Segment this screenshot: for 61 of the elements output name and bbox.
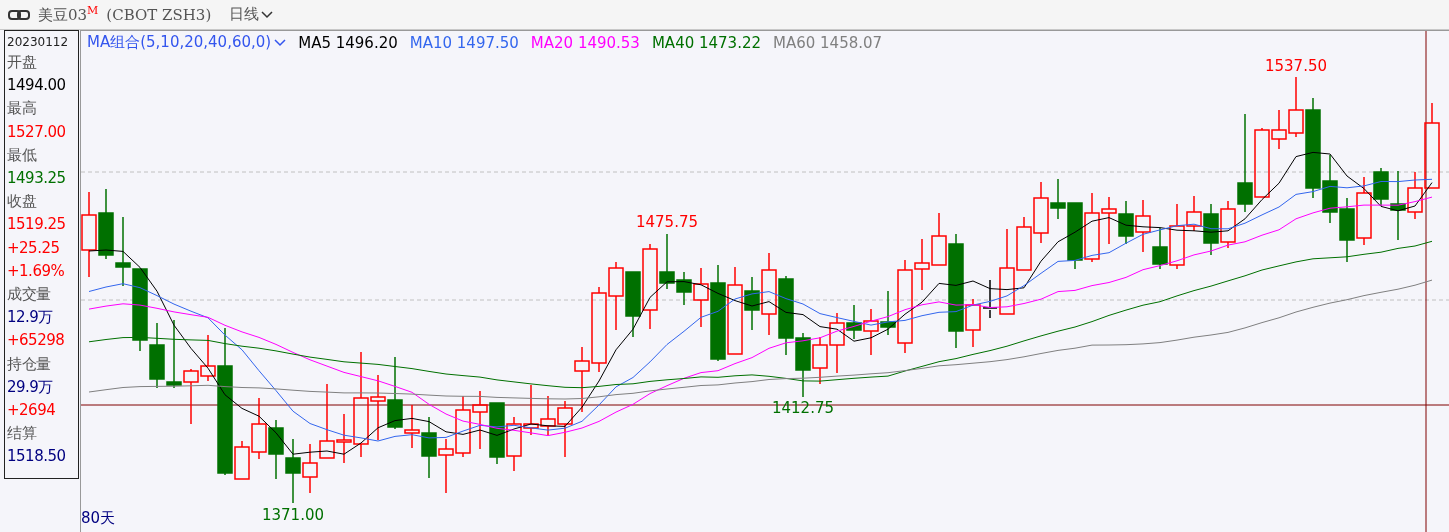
field-value: 29.9万	[7, 376, 54, 398]
field-value: +2694	[7, 400, 57, 422]
chevron-down-icon	[274, 38, 287, 47]
legend-entry: MA60 1458.07	[773, 33, 883, 52]
chevron-down-icon	[261, 10, 274, 19]
candlestick	[608, 261, 624, 331]
field-label: 持仓量	[7, 353, 52, 375]
link-icon[interactable]	[8, 9, 30, 20]
field-value: 1518.50	[7, 446, 67, 468]
candlestick	[1118, 200, 1134, 245]
range-label: 80天	[81, 509, 116, 528]
candlestick	[285, 438, 301, 504]
candlestick	[438, 438, 454, 494]
legend-entry: MA5 1496.20	[298, 33, 398, 52]
candlestick	[506, 416, 522, 472]
candlestick	[421, 416, 437, 479]
field-value: +1.69%	[7, 260, 66, 282]
candlestick	[183, 368, 199, 425]
period-dropdown[interactable]: 日线	[219, 5, 274, 24]
legend-entry: MA10 1497.50	[409, 33, 519, 52]
ma-combo-dropdown[interactable]: MA组合(5,10,20,40,60,0)	[87, 33, 287, 52]
candlestick	[523, 384, 539, 436]
candlestick	[625, 271, 641, 338]
field-value: +65298	[7, 330, 66, 352]
candlestick	[455, 395, 471, 458]
field-value: 1519.25	[7, 214, 67, 236]
candlestick	[540, 395, 556, 436]
field-value: +25.25	[7, 237, 61, 259]
candlestick	[795, 332, 811, 398]
candlestick	[268, 419, 284, 480]
legend-entry: MA20 1490.53	[530, 33, 640, 52]
candlestick	[472, 390, 488, 450]
field-value: 1493.25	[7, 168, 67, 189]
price-label: 1412.75	[772, 399, 834, 417]
date-text: 20230112	[7, 34, 70, 51]
field-label: 最高	[7, 98, 37, 120]
candlestick	[149, 322, 165, 389]
field-label: 最低	[7, 144, 38, 166]
field-value: 1527.00	[7, 121, 67, 143]
price-label: 1475.75	[636, 213, 698, 231]
field-label: 结算	[7, 423, 38, 445]
candlestick	[98, 188, 114, 260]
candlestick	[1135, 199, 1151, 253]
candlestick	[812, 336, 828, 385]
field-label: 收盘	[7, 191, 38, 213]
field-label: 开盘	[7, 52, 38, 73]
price-label: 1537.50	[1265, 57, 1327, 75]
candlestick	[115, 216, 131, 287]
candlestick	[557, 400, 573, 458]
candlestick	[1339, 197, 1355, 263]
candlestick	[574, 346, 590, 413]
candlestick	[166, 319, 182, 389]
legend-entry: MA40 1473.22	[651, 33, 761, 52]
candlestick	[863, 308, 879, 356]
exchange-code: (CBOT ZSH3)	[106, 5, 212, 24]
price-label: 1371.00	[262, 506, 324, 524]
field-value: 12.9万	[7, 307, 54, 329]
instrument-title: 美豆03$^{M}$	[38, 4, 99, 25]
field-label: 成交量	[7, 284, 52, 306]
field-value: 1494.00	[7, 75, 67, 97]
candlestick	[489, 402, 505, 465]
